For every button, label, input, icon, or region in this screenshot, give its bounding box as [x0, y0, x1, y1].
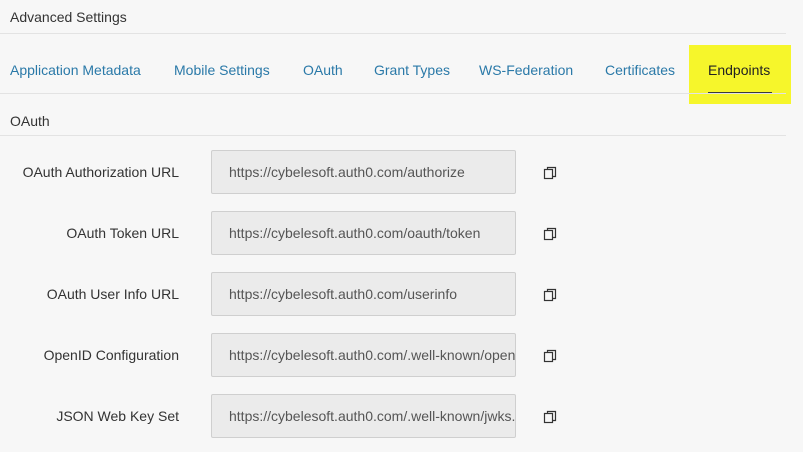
field-label: OpenID Configuration: [43, 347, 179, 363]
field-label: OAuth User Info URL: [46, 286, 179, 302]
tab-bar: Application Metadata Mobile Settings OAu…: [0, 45, 800, 104]
divider: [0, 135, 786, 136]
tab-endpoints[interactable]: Endpoints: [689, 45, 791, 104]
oauth-token-url-field[interactable]: [211, 211, 516, 255]
tab-label: OAuth: [303, 62, 343, 78]
field-row-json-web-key-set: JSON Web Key Set: [0, 394, 800, 440]
openid-configuration-field[interactable]: [211, 333, 516, 377]
tab-certificates[interactable]: Certificates: [592, 45, 689, 104]
divider: [0, 33, 786, 34]
divider: [0, 93, 786, 94]
copy-icon[interactable]: [542, 226, 558, 242]
field-row-openid-configuration: OpenID Configuration: [0, 333, 800, 379]
tab-label: Grant Types: [374, 62, 451, 78]
field-label: OAuth Token URL: [66, 225, 179, 241]
field-row-oauth-token-url: OAuth Token URL: [0, 211, 800, 257]
copy-icon[interactable]: [542, 409, 558, 425]
field-label: OAuth Authorization URL: [22, 164, 179, 180]
tab-application-metadata[interactable]: Application Metadata: [0, 45, 162, 104]
tab-ws-federation[interactable]: WS-Federation: [468, 45, 592, 104]
copy-icon[interactable]: [542, 348, 558, 364]
section-title: Advanced Settings: [10, 9, 127, 25]
copy-icon[interactable]: [542, 287, 558, 303]
tab-oauth[interactable]: OAuth: [290, 45, 362, 104]
json-web-key-set-field[interactable]: [211, 394, 516, 438]
tab-label: WS-Federation: [479, 62, 574, 78]
tab-label: Application Metadata: [10, 62, 141, 78]
field-row-oauth-authorization-url: OAuth Authorization URL: [0, 150, 800, 196]
field-label: JSON Web Key Set: [56, 408, 179, 424]
tab-label: Certificates: [605, 62, 676, 78]
copy-icon[interactable]: [542, 165, 558, 181]
tab-grant-types[interactable]: Grant Types: [362, 45, 468, 104]
subsection-title: OAuth: [10, 113, 50, 129]
oauth-authorization-url-field[interactable]: [211, 150, 516, 194]
tab-mobile-settings[interactable]: Mobile Settings: [162, 45, 290, 104]
tab-label: Endpoints: [708, 62, 771, 78]
tab-label: Mobile Settings: [174, 62, 270, 78]
oauth-user-info-url-field[interactable]: [211, 272, 516, 316]
field-row-oauth-user-info-url: OAuth User Info URL: [0, 272, 800, 318]
advanced-settings-panel: Advanced Settings Application Metadata M…: [0, 0, 803, 452]
